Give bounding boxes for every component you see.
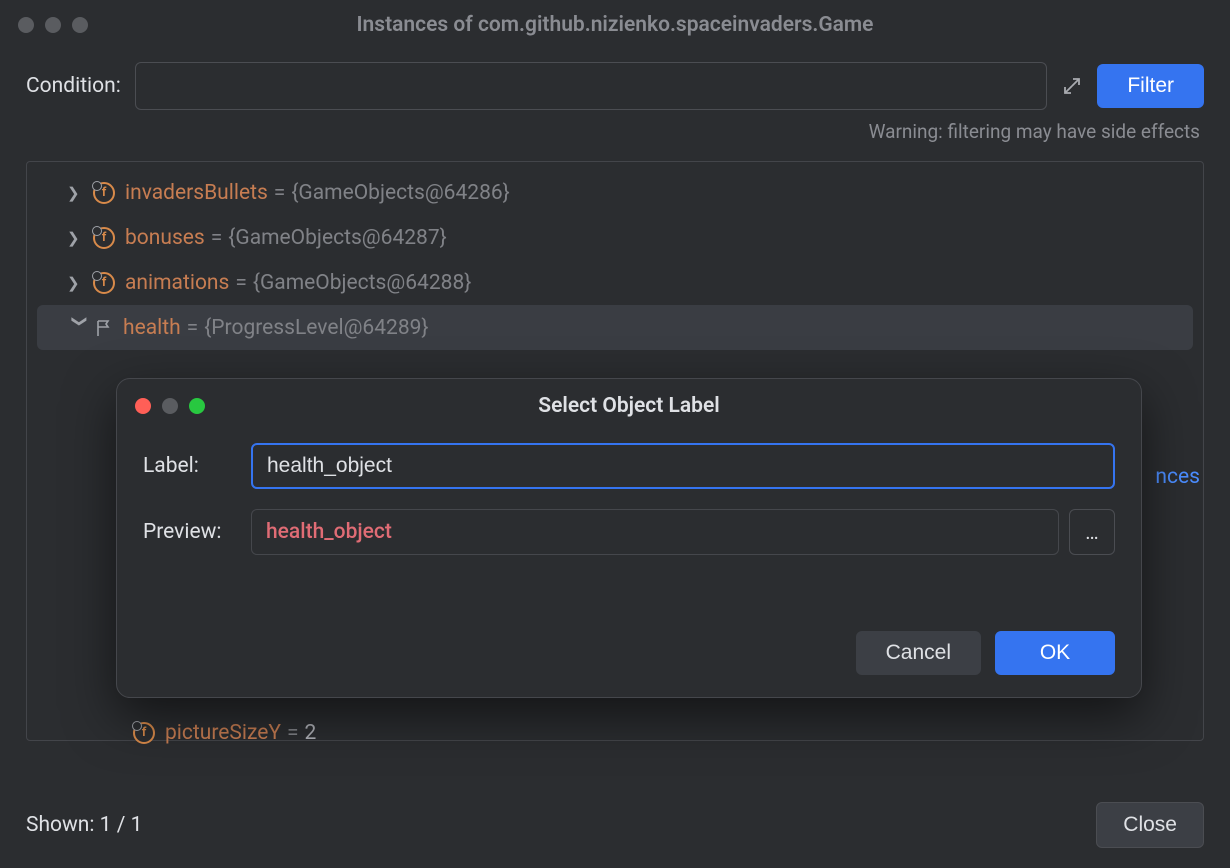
label-input[interactable] <box>251 443 1115 489</box>
filter-warning: Warning: filtering may have side effects <box>0 114 1230 153</box>
label-field-label: Label: <box>143 454 251 478</box>
cancel-button[interactable]: Cancel <box>856 631 981 675</box>
field-value: {GameObjects@64287} <box>228 226 446 250</box>
partial-link[interactable]: nces <box>1155 465 1200 489</box>
field-icon: f <box>93 182 115 204</box>
equals-sign: = <box>211 226 223 250</box>
preview-field-label: Preview: <box>143 520 251 544</box>
filter-button[interactable]: Filter <box>1097 64 1204 108</box>
window-title: Instances of com.github.nizienko.spacein… <box>0 13 1230 37</box>
shown-count: Shown: 1 / 1 <box>26 813 142 837</box>
equals-sign: = <box>287 721 299 745</box>
equals-sign: = <box>274 181 286 205</box>
field-name: health <box>123 316 181 340</box>
chevron-right-icon[interactable]: ❯ <box>67 184 93 202</box>
field-name: invadersBullets <box>125 181 268 205</box>
equals-sign: = <box>187 316 199 340</box>
field-icon: f <box>93 272 115 294</box>
close-window-icon[interactable] <box>18 17 34 33</box>
condition-label: Condition: <box>26 74 121 98</box>
select-label-dialog: Select Object Label Label: Preview: heal… <box>116 378 1142 698</box>
footer: Shown: 1 / 1 Close <box>26 802 1204 848</box>
ok-button[interactable]: OK <box>995 631 1115 675</box>
field-name: animations <box>125 271 229 295</box>
field-name: bonuses <box>125 226 205 250</box>
chevron-right-icon[interactable]: ❯ <box>67 229 93 247</box>
tree-row[interactable]: ❯ f animations = {GameObjects@64288} <box>37 260 1193 305</box>
dialog-title: Select Object Label <box>117 394 1141 418</box>
equals-sign: = <box>235 271 247 295</box>
field-name: pictureSizeY <box>165 721 281 745</box>
more-options-button[interactable]: … <box>1069 509 1115 555</box>
minimize-window-icon[interactable] <box>45 17 61 33</box>
chevron-down-icon[interactable]: ❯ <box>71 315 89 341</box>
window-titlebar: Instances of com.github.nizienko.spacein… <box>0 0 1230 50</box>
chevron-right-icon[interactable]: ❯ <box>67 274 93 292</box>
preview-row: Preview: health_object … <box>117 499 1141 565</box>
field-value: {GameObjects@64288} <box>253 271 471 295</box>
window-controls <box>18 17 88 33</box>
tree-row[interactable]: f pictureSizeY = 2 <box>37 710 1193 755</box>
dialog-titlebar: Select Object Label <box>117 379 1141 433</box>
field-value: {ProgressLevel@64289} <box>204 316 428 340</box>
dialog-footer: Cancel OK <box>117 613 1141 697</box>
tree-row-selected[interactable]: ❯ health = {ProgressLevel@64289} <box>37 305 1193 350</box>
main-window: Instances of com.github.nizienko.spacein… <box>0 0 1230 868</box>
field-value: 2 <box>305 721 317 745</box>
expand-icon[interactable] <box>1061 75 1083 97</box>
field-icon: f <box>133 722 155 744</box>
condition-input[interactable] <box>135 62 1048 110</box>
field-icon: f <box>93 227 115 249</box>
condition-row: Condition: Filter <box>0 50 1230 114</box>
tree-row[interactable]: ❯ f invadersBullets = {GameObjects@64286… <box>37 170 1193 215</box>
preview-value: health_object <box>251 509 1059 555</box>
field-value: {GameObjects@64286} <box>291 181 509 205</box>
label-row: Label: <box>117 433 1141 499</box>
close-button[interactable]: Close <box>1096 802 1204 848</box>
flag-icon <box>93 318 113 338</box>
tree-row[interactable]: ❯ f bonuses = {GameObjects@64287} <box>37 215 1193 260</box>
maximize-window-icon[interactable] <box>72 17 88 33</box>
